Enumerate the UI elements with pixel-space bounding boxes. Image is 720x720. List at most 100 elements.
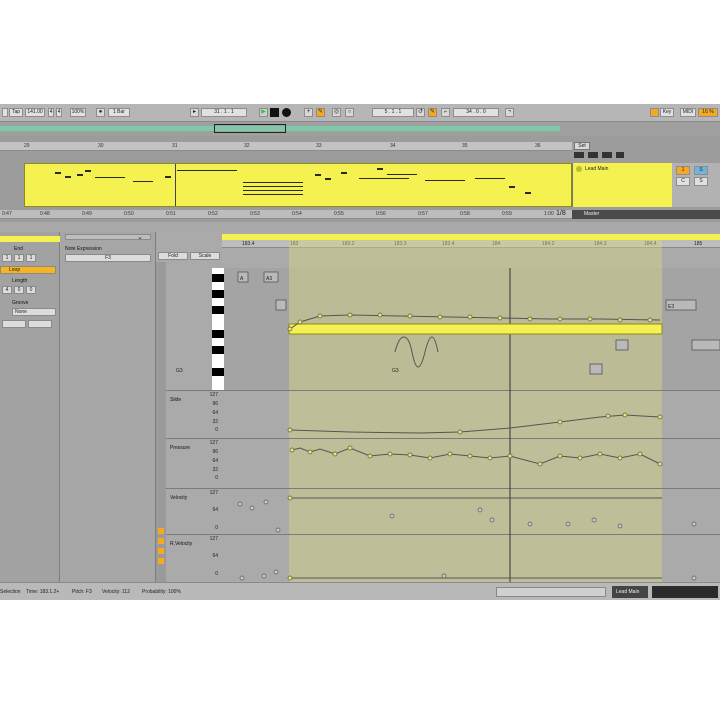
zoom-field[interactable]: 100% [70, 108, 86, 117]
note-expression-graphics: A A3 G3 G3 E3 [176, 268, 720, 582]
status-time: Time: 183.1.2+ [26, 589, 60, 595]
pressure-envelope [291, 447, 661, 465]
track-header-lead-main[interactable]: Lead Main [572, 163, 672, 207]
note-label: G3 [176, 368, 183, 374]
loop-length-field[interactable]: 34 . 0 . 0 [453, 108, 499, 117]
track-mixer: 1 S C S [672, 163, 720, 207]
overdub-button[interactable]: + [304, 108, 313, 117]
grid-fraction[interactable]: 1/8 [556, 210, 566, 217]
session-record-button[interactable]: ○ [345, 108, 354, 117]
note [243, 190, 303, 191]
tempo-field[interactable]: 141.00 [25, 108, 45, 117]
note [341, 172, 347, 174]
master-track[interactable]: Master [572, 210, 720, 219]
clip-detail-view: End 1 1 1 Loop Length 4 0 0 Groove None … [0, 232, 720, 582]
automation-arm-icon[interactable]: ✎ [316, 108, 325, 117]
play-icon[interactable]: ▶ [259, 108, 268, 117]
meter-denominator[interactable]: 4 [56, 108, 62, 117]
note-label: A3 [266, 276, 272, 282]
loop-start-field[interactable]: 5 . 1 . 1 [372, 108, 414, 117]
ruler-label: 30 [98, 143, 104, 149]
crossfade-button[interactable]: C [676, 177, 690, 186]
pressure-envelope-points [289, 445, 663, 467]
ruler-label: 34 [390, 143, 396, 149]
time-label: 0:52 [208, 211, 218, 217]
time-label: 0:54 [292, 211, 302, 217]
record-icon[interactable] [282, 108, 291, 117]
ruler-label: 29 [24, 143, 30, 149]
loop-icon[interactable]: ↺ [416, 108, 425, 117]
transport-bar: Tap 141.00 4 4 100% ● 1 Bar ▸ 31 . 1 . 1… [0, 104, 720, 122]
arm-button[interactable]: S [694, 177, 708, 186]
punch-out-button[interactable]: ¬ [505, 108, 514, 117]
time-label: 0:50 [124, 211, 134, 217]
note-block [615, 339, 629, 351]
tap-tempo-button[interactable]: Tap [9, 108, 23, 117]
arrangement-overview[interactable] [0, 122, 720, 136]
time-label: 0:57 [418, 211, 428, 217]
note [165, 176, 171, 178]
stop-icon[interactable] [270, 108, 279, 117]
capture-button[interactable]: ◎ [332, 108, 341, 117]
song-position-field[interactable]: 31 . 1 . 1 [201, 108, 247, 117]
toggle-icon[interactable] [574, 152, 584, 158]
fold-icon[interactable] [576, 166, 582, 172]
note [387, 174, 417, 175]
ruler-label: 31 [172, 143, 178, 149]
quantize-menu[interactable]: 1 Bar [108, 108, 130, 117]
selected-note [288, 323, 663, 335]
status-selection: Selection [0, 589, 21, 595]
note [95, 177, 125, 178]
overview-viewport[interactable] [214, 124, 286, 133]
note [55, 172, 61, 174]
beat-ruler[interactable]: 29 30 31 32 33 34 35 36 [0, 142, 572, 151]
computer-midi-keyboard-button[interactable] [650, 108, 659, 117]
ext-sync-button[interactable] [2, 108, 8, 117]
midi-clip[interactable] [24, 163, 572, 207]
time-label: 0:56 [376, 211, 386, 217]
slide-envelope [289, 414, 661, 434]
time-label: 0:47 [2, 211, 12, 217]
note-label: G3 [392, 368, 399, 374]
ruler-label: 33 [316, 143, 322, 149]
punch-in-button[interactable]: ⌐ [441, 108, 450, 117]
time-label: 0:58 [460, 211, 470, 217]
note [525, 192, 531, 194]
note-block [275, 299, 287, 311]
pencil-icon[interactable]: ✎ [428, 108, 437, 117]
set-button[interactable]: Set [574, 142, 590, 150]
solo-button[interactable]: S [694, 166, 708, 175]
time-label: 0:53 [250, 211, 260, 217]
time-label: 0:49 [82, 211, 92, 217]
note [65, 176, 71, 178]
note [425, 180, 465, 181]
midi-map-button[interactable]: MIDI [680, 108, 696, 117]
track-header-controls [574, 152, 624, 160]
toggle-icon[interactable] [616, 152, 624, 158]
meter-numerator[interactable]: 4 [48, 108, 54, 117]
playhead [175, 164, 176, 206]
toggle-icon[interactable] [602, 152, 612, 158]
note-block [589, 363, 603, 375]
note [315, 174, 321, 176]
track-activator-button[interactable]: 1 [676, 166, 690, 175]
cpu-meter: 16 % [698, 108, 718, 117]
key-map-button[interactable]: Key [660, 108, 674, 117]
note [243, 186, 303, 187]
toggle-icon[interactable] [588, 152, 598, 158]
note-label: E3 [668, 304, 674, 310]
status-info-field [496, 587, 606, 597]
ruler-label: 35 [462, 143, 468, 149]
note [243, 182, 303, 183]
note [85, 170, 91, 172]
follow-button[interactable]: ▸ [190, 108, 199, 117]
note [177, 170, 237, 171]
footer-track-name[interactable]: Lead Main [612, 586, 648, 598]
time-ruler[interactable]: 0:47 0:48 0:49 0:50 0:51 0:52 0:53 0:54 … [0, 210, 572, 219]
ruler-label: 32 [244, 143, 250, 149]
metronome-icon[interactable]: ● [96, 108, 105, 117]
note [359, 178, 409, 179]
time-label: 0:51 [166, 211, 176, 217]
note [325, 178, 331, 180]
footer-meter [652, 586, 718, 598]
